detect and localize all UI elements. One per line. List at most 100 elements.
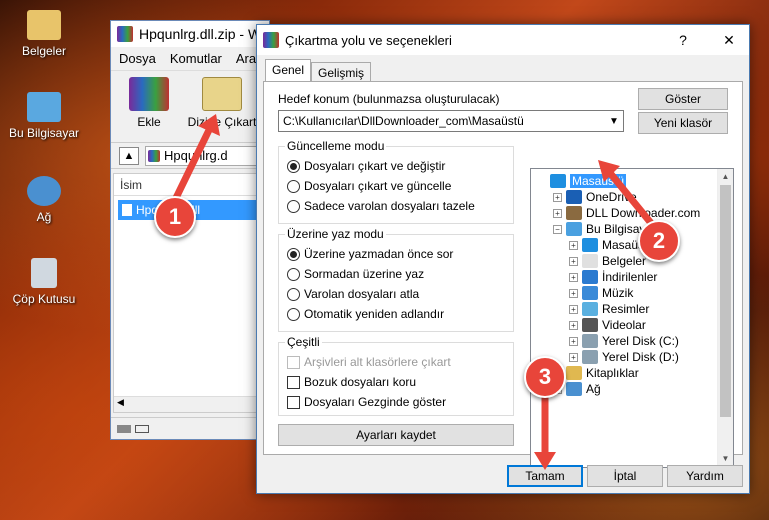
folder-icon (582, 238, 598, 252)
option-label: Dosyaları Gezginde göster (304, 395, 447, 409)
radio-selected[interactable] (287, 159, 300, 173)
extract-dialog: Çıkartma yolu ve seçenekleri ? ✕ Genel G… (256, 24, 750, 494)
overwrite-option-ask[interactable]: Üzerine yazmadan önce sor (287, 247, 453, 261)
tree-node[interactable]: + Videolar (569, 317, 646, 333)
column-header-name[interactable]: İsim (114, 174, 268, 196)
menu-commands[interactable]: Komutlar (170, 51, 222, 66)
update-mode-option-freshen[interactable]: Sadece varolan dosyaları tazele (287, 199, 475, 213)
tab-general[interactable]: Genel (265, 59, 312, 83)
destination-path-combo[interactable]: C:\Kullanıcılar\DllDownloader_com\Masaüs… (278, 110, 624, 132)
tree-node[interactable]: + İndirilenler (569, 269, 657, 285)
overwrite-option-without-prompt[interactable]: Sormadan üzerine yaz (287, 267, 424, 281)
tree-node-label: DLL Downloader.com (586, 206, 701, 220)
cancel-button[interactable]: İptal (587, 465, 663, 487)
winrar-app-icon (117, 26, 133, 42)
misc-group: Çeşitli Arşivleri alt klasörlere çıkart … (278, 335, 514, 416)
expand-toggle-icon[interactable]: − (553, 224, 562, 234)
overwrite-option-skip[interactable]: Varolan dosyaları atla (287, 287, 419, 301)
ok-button[interactable]: Tamam (507, 465, 583, 487)
folder-icon (582, 270, 598, 284)
expand-toggle-icon[interactable]: + (569, 240, 578, 250)
option-label: Otomatik yeniden adlandır (304, 307, 445, 321)
expand-toggle-icon[interactable]: + (553, 208, 562, 218)
checkbox-disabled (287, 355, 300, 369)
horizontal-scrollbar[interactable]: ◀ (114, 396, 268, 412)
expand-toggle-icon[interactable]: + (569, 352, 578, 362)
desktop-icon-this-pc[interactable]: Bu Bilgisayar (4, 92, 84, 140)
update-mode-option-replace[interactable]: Dosyaları çıkart ve değiştir (287, 159, 445, 173)
scroll-up-arrow[interactable]: ▲ (718, 169, 733, 185)
radio[interactable] (287, 267, 300, 281)
tree-node-label: Yerel Disk (D:) (602, 350, 679, 364)
desktop-icon-recycle-bin[interactable]: Çöp Kutusu (4, 258, 84, 306)
up-folder-button[interactable]: ▲ (119, 146, 139, 165)
keep-broken-files-checkbox[interactable]: Bozuk dosyaları koru (287, 375, 416, 389)
close-button[interactable]: ✕ (709, 32, 749, 49)
expand-toggle-icon[interactable]: + (569, 304, 578, 314)
save-settings-button[interactable]: Ayarları kaydet (278, 424, 514, 446)
radio-selected[interactable] (287, 247, 300, 261)
option-label: Sormadan üzerine yaz (304, 267, 425, 281)
winrar-address-bar: ▲ Hpqunlrg.d (111, 143, 269, 169)
checkbox[interactable] (287, 395, 300, 409)
menu-file[interactable]: Dosya (119, 51, 156, 66)
tree-node[interactable]: + Müzik (569, 285, 633, 301)
dialog-tabs: Genel Gelişmiş (265, 59, 372, 83)
expand-toggle-icon[interactable]: + (569, 272, 578, 282)
update-mode-option-update[interactable]: Dosyaları çıkart ve güncelle (287, 179, 451, 193)
chevron-down-icon[interactable]: ▼ (605, 116, 623, 127)
tree-node[interactable]: + DLL Downloader.com (553, 205, 700, 221)
winrar-titlebar[interactable]: Hpqunlrg.dll.zip - Wi (111, 21, 269, 47)
tab-advanced[interactable]: Gelişmiş (311, 62, 372, 83)
folder-icon (582, 318, 598, 332)
expand-toggle-icon[interactable]: + (569, 256, 578, 266)
tree-node-label: Müzik (602, 286, 634, 300)
add-archive-icon (129, 77, 169, 111)
vertical-scrollbar[interactable]: ▲ ▼ (717, 169, 733, 467)
desktop-icon-documents[interactable]: Belgeler (4, 10, 84, 58)
option-label: Arşivleri alt klasörlere çıkart (304, 355, 451, 369)
tree-node[interactable]: + Yerel Disk (D:) (569, 349, 679, 365)
archive-path-field[interactable]: Hpqunlrg.d (145, 145, 269, 166)
extract-to-button[interactable]: Dizine Çıkart (187, 71, 257, 142)
tree-node-label: İndirilenler (602, 270, 658, 284)
option-label: Varolan dosyaları atla (304, 287, 420, 301)
expand-toggle-icon[interactable]: + (569, 288, 578, 298)
help-button[interactable]: Yardım (667, 465, 743, 487)
folder-tree[interactable]: ▲ ▼ Masaüstü + OneDrive + DLL Downloader.com… (530, 168, 734, 468)
add-button[interactable]: Ekle (121, 71, 177, 142)
tree-node[interactable]: + Resimler (569, 301, 649, 317)
folder-icon (550, 174, 566, 188)
radio[interactable] (287, 199, 300, 213)
desktop-icon-label: Ağ (36, 210, 52, 224)
tree-node[interactable]: + Belgeler (569, 253, 646, 269)
tree-node[interactable]: + OneDrive (553, 189, 637, 205)
folder-icon (582, 254, 598, 268)
tree-node-label: Yerel Disk (C:) (602, 334, 679, 348)
radio[interactable] (287, 287, 300, 301)
help-title-button[interactable]: ? (663, 32, 703, 48)
key-icon (135, 424, 149, 433)
show-button[interactable]: Göster (638, 88, 728, 110)
dialog-titlebar[interactable]: Çıkartma yolu ve seçenekleri ? ✕ (257, 25, 749, 55)
scroll-thumb[interactable] (720, 185, 731, 417)
radio[interactable] (287, 307, 300, 321)
new-folder-button[interactable]: Yeni klasör (638, 112, 728, 134)
overwrite-option-rename[interactable]: Otomatik yeniden adlandır (287, 307, 444, 321)
option-label: Dosyaları çıkart ve değiştir (304, 159, 446, 173)
winrar-menubar: Dosya Komutlar Araçla (111, 47, 273, 71)
winrar-toolbar: Ekle Dizine Çıkart (111, 71, 269, 143)
tree-node-label: OneDrive (586, 190, 637, 204)
checkbox[interactable] (287, 375, 300, 389)
tree-node[interactable]: Masaüstü (537, 173, 627, 189)
desktop-icon-network[interactable]: Ağ (4, 176, 84, 224)
step-badge-1: 1 (154, 196, 196, 238)
show-in-explorer-checkbox[interactable]: Dosyaları Gezginde göster (287, 395, 446, 409)
tree-node[interactable]: + Yerel Disk (C:) (569, 333, 679, 349)
desktop-icon-label: Çöp Kutusu (12, 292, 76, 306)
expand-toggle-icon[interactable]: + (569, 336, 578, 346)
update-mode-group: Güncelleme modu Dosyaları çıkart ve deği… (278, 139, 514, 224)
expand-toggle-icon[interactable]: + (569, 320, 578, 330)
radio[interactable] (287, 179, 300, 193)
expand-toggle-icon[interactable]: + (553, 192, 562, 202)
